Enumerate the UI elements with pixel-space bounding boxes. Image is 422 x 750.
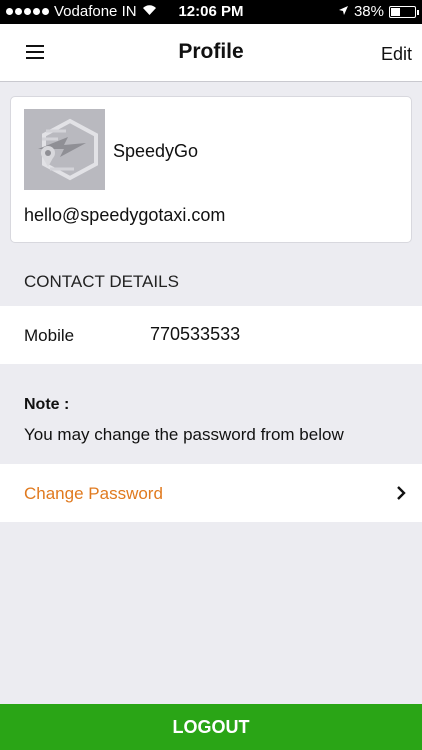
- mobile-label: Mobile: [24, 326, 75, 345]
- status-right: 38%: [338, 3, 419, 20]
- battery-percent: 38%: [353, 3, 384, 20]
- contact-details-header: CONTACT DETAILS: [24, 272, 179, 291]
- battery-icon: [389, 5, 419, 18]
- company-name: SpeedyGo: [113, 141, 199, 161]
- change-password-label: Change Password: [24, 484, 163, 503]
- change-password-row[interactable]: Change Password: [0, 464, 422, 522]
- nav-bar: Profile Edit: [0, 24, 422, 82]
- location-arrow-icon: [338, 5, 349, 19]
- mobile-value: 770533533: [150, 324, 241, 344]
- chevron-right-icon: [396, 485, 406, 506]
- status-bar: Vodafone IN 12:06 PM 38%: [0, 0, 422, 24]
- mobile-row: Mobile 770533533: [0, 306, 422, 364]
- company-logo: [24, 109, 105, 190]
- profile-email: hello@speedygotaxi.com: [24, 205, 226, 225]
- battery-fill: [391, 7, 400, 16]
- profile-card: SpeedyGo hello@speedygotaxi.com: [10, 96, 412, 243]
- edit-button[interactable]: Edit: [381, 44, 412, 65]
- page-title: Profile: [178, 40, 244, 63]
- note-title: Note :: [24, 396, 70, 413]
- note-text: You may change the password from below: [24, 425, 344, 444]
- logout-button[interactable]: LOGOUT: [0, 704, 422, 750]
